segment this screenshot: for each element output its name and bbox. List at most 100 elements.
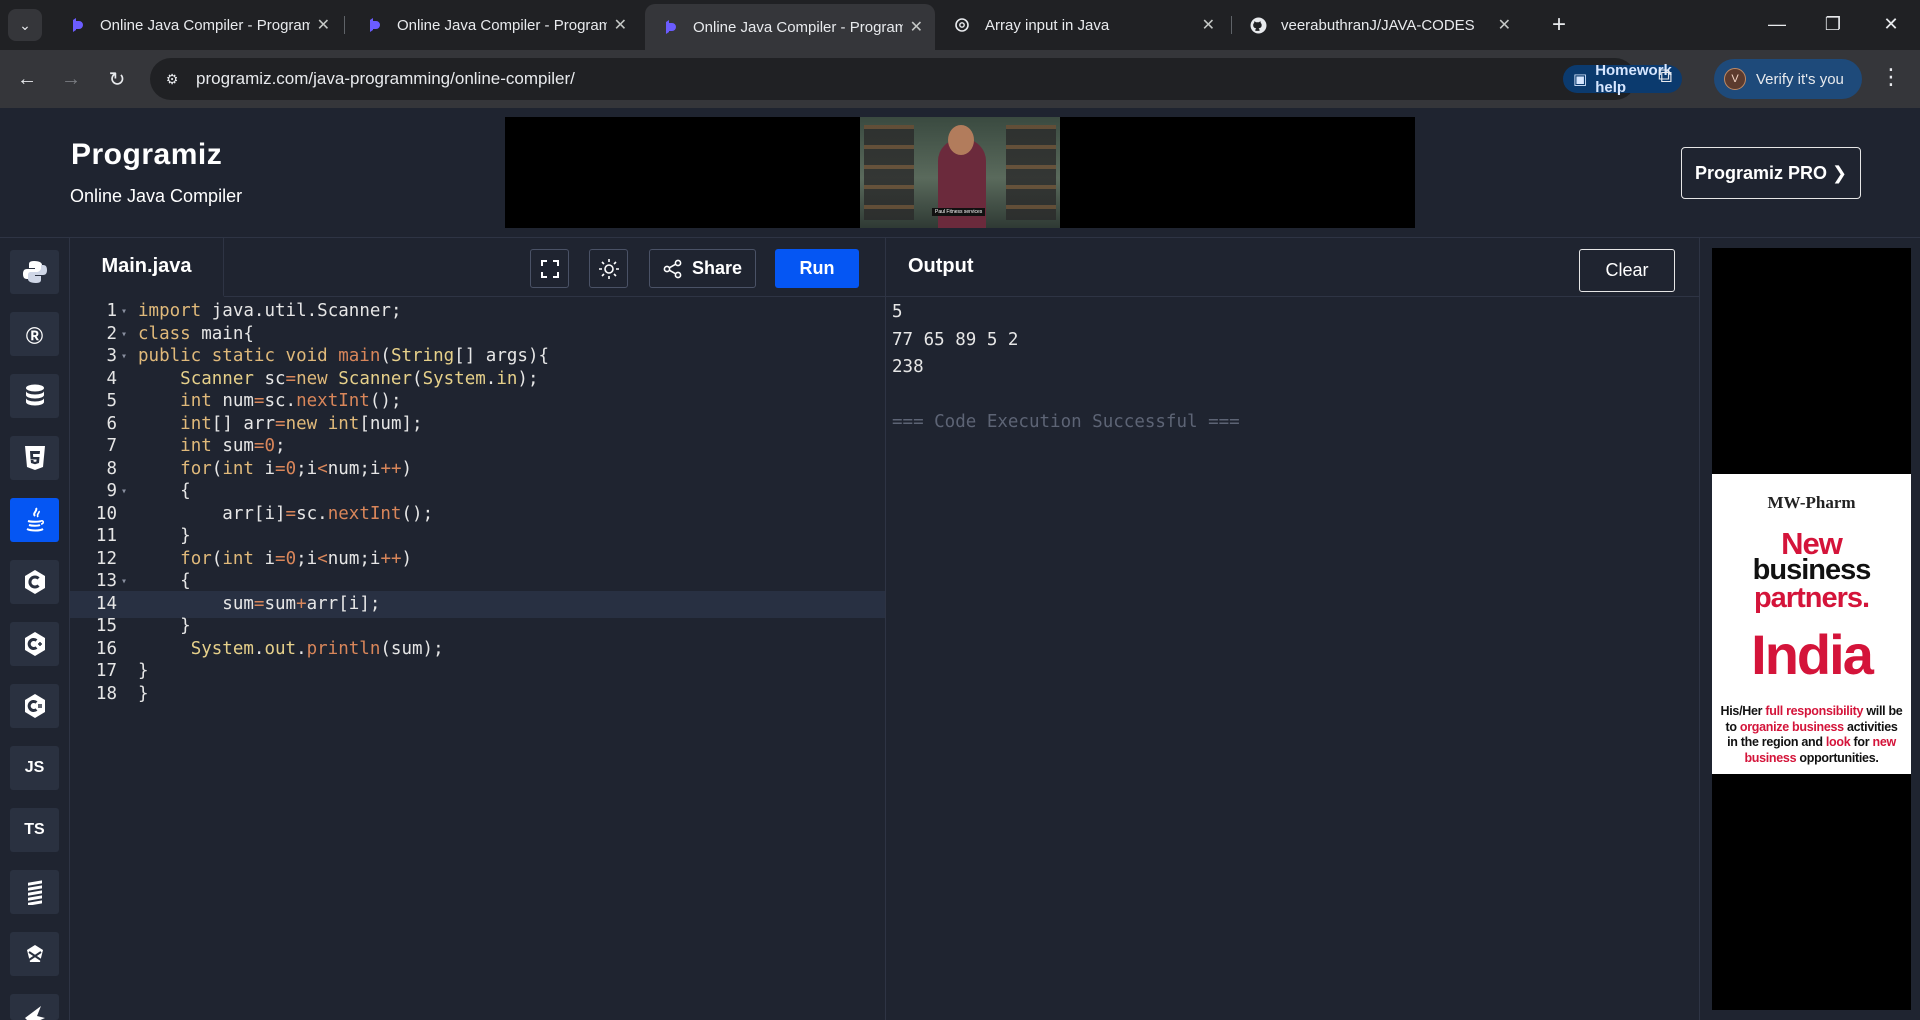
close-icon[interactable]: ✕ <box>317 15 330 35</box>
code-token: new <box>296 368 328 389</box>
browser-tab-strip: ⌄ Online Java Compiler - Programiz ✕ Onl… <box>0 0 1920 50</box>
code-token: 0 <box>264 436 276 456</box>
lang-go-button[interactable] <box>10 870 59 914</box>
code-token: ) <box>412 503 423 524</box>
code-token: in <box>496 368 518 389</box>
right-ad-column: MW-Pharm New business partners. India Hi… <box>1700 238 1920 1020</box>
lang-r-button[interactable]: Ⓡ <box>10 312 59 356</box>
code-token: int <box>222 458 254 479</box>
lang-cpp-button[interactable] <box>10 622 59 666</box>
code-token: Scanner <box>317 301 391 321</box>
code-area[interactable]: 1 ▾ import java.util.Scanner; 2 ▾ class main{… <box>70 297 885 1020</box>
code-token: int <box>180 436 212 456</box>
tab-title: Online Java Compiler - Programiz <box>397 16 607 34</box>
code-token: nextInt <box>296 391 370 411</box>
theme-toggle-button[interactable] <box>589 249 628 288</box>
code-token: String <box>390 346 455 366</box>
code-token: = <box>253 593 265 614</box>
language-sidebar: Ⓡ JS TS <box>0 238 70 1020</box>
lang-sql-button[interactable] <box>10 374 59 418</box>
browser-tab[interactable]: Array input in Java ✕ <box>937 6 1227 44</box>
code-token: i <box>348 593 360 614</box>
code-token: [ <box>454 346 465 366</box>
programiz-pro-button[interactable]: Programiz PRO ❯ <box>1681 147 1861 199</box>
lang-typescript-button[interactable]: TS <box>10 808 59 852</box>
code-token: arr <box>243 413 276 434</box>
code-token: sum <box>222 593 254 614</box>
top-ad-banner[interactable]: Paul Fitness services <box>505 117 1415 228</box>
fullscreen-button[interactable] <box>530 249 569 288</box>
reload-button[interactable]: ↻ <box>102 64 132 94</box>
run-button[interactable]: Run <box>775 249 859 288</box>
close-icon[interactable]: ✕ <box>614 15 627 35</box>
side-ad-card[interactable]: MW-Pharm New business partners. India Hi… <box>1712 474 1911 774</box>
clear-button[interactable]: Clear <box>1579 249 1675 292</box>
profile-button[interactable]: V Verify it's you <box>1714 59 1862 99</box>
lang-php-button[interactable] <box>10 932 59 976</box>
browser-tab-active[interactable]: Online Java Compiler - Programiz ✕ <box>645 4 935 50</box>
url-text[interactable]: programiz.com/java-programming/online-co… <box>196 69 575 89</box>
new-tab-button[interactable]: + <box>1544 10 1574 40</box>
close-icon[interactable]: ✕ <box>1202 15 1215 35</box>
lang-python-button[interactable] <box>10 250 59 294</box>
address-bar[interactable]: ⚙ programiz.com/java-programming/online-… <box>150 58 1762 100</box>
ad-caption: Paul Fitness services <box>932 208 986 216</box>
code-token: for <box>180 458 212 479</box>
restore-button[interactable]: ❐ <box>1808 6 1858 42</box>
programiz-icon <box>661 18 679 36</box>
browser-menu-icon[interactable]: ⋮ <box>1880 64 1902 90</box>
code-token: class <box>138 323 191 344</box>
code-token: = <box>275 548 286 569</box>
browser-tab[interactable]: Online Java Compiler - Programiz ✕ <box>349 6 639 44</box>
browser-tab[interactable]: Online Java Compiler - Programiz ✕ <box>52 6 342 44</box>
code-token: int <box>180 391 212 411</box>
lang-c-button[interactable] <box>10 560 59 604</box>
code-token: + <box>391 548 402 569</box>
code-token: [ <box>359 413 370 434</box>
code-token: System <box>422 368 486 389</box>
code-token: 0 <box>285 548 297 569</box>
close-window-button[interactable]: ✕ <box>1866 6 1916 42</box>
minimize-button[interactable]: — <box>1752 6 1802 42</box>
code-token: for <box>180 548 212 569</box>
code-token: static <box>211 346 275 366</box>
share-button[interactable]: Share <box>649 249 756 288</box>
lang-html-button[interactable] <box>10 436 59 480</box>
bookshelf-graphic <box>864 125 914 220</box>
output-line: 238 <box>892 357 924 377</box>
code-line[interactable]: 18} <box>70 681 885 709</box>
programiz-logo[interactable]: Programiz <box>71 138 222 172</box>
code-token: int <box>222 548 254 569</box>
browser-tab[interactable]: veerabuthranJ/JAVA-CODES ✕ <box>1233 6 1523 44</box>
lang-csharp-button[interactable] <box>10 684 59 728</box>
back-button[interactable]: ← <box>12 64 42 94</box>
code-token: ] <box>401 413 413 434</box>
ad-video-thumbnail[interactable]: Paul Fitness services <box>860 117 1060 228</box>
restore-icon: ❐ <box>1824 13 1842 34</box>
code-editor-panel: Main.java Share Run 1 ▾ import java.util.S… <box>70 238 885 1020</box>
forward-button[interactable]: → <box>56 64 86 94</box>
lang-java-button[interactable] <box>10 498 59 542</box>
php-icon <box>26 945 43 962</box>
extensions-icon[interactable]: ⧉ <box>1658 65 1672 88</box>
arrow-right-icon: → <box>61 67 81 90</box>
close-icon[interactable]: ✕ <box>1498 15 1511 35</box>
file-tab-main-java[interactable]: Main.java <box>70 238 224 297</box>
lang-javascript-button[interactable]: JS <box>10 746 59 790</box>
share-icon <box>663 259 682 278</box>
code-token: void <box>285 346 328 366</box>
ad-text-highlight: full responsibility <box>1765 704 1864 718</box>
lang-swift-button[interactable] <box>10 994 59 1020</box>
close-icon[interactable]: ✕ <box>910 17 923 37</box>
site-info-icon[interactable]: ⚙ <box>162 69 182 89</box>
code-token: arr <box>306 593 339 614</box>
code-token: import <box>138 301 202 321</box>
tab-search-button[interactable]: ⌄ <box>8 9 42 41</box>
ad-person-head <box>948 125 974 155</box>
code-text: } <box>138 681 149 709</box>
